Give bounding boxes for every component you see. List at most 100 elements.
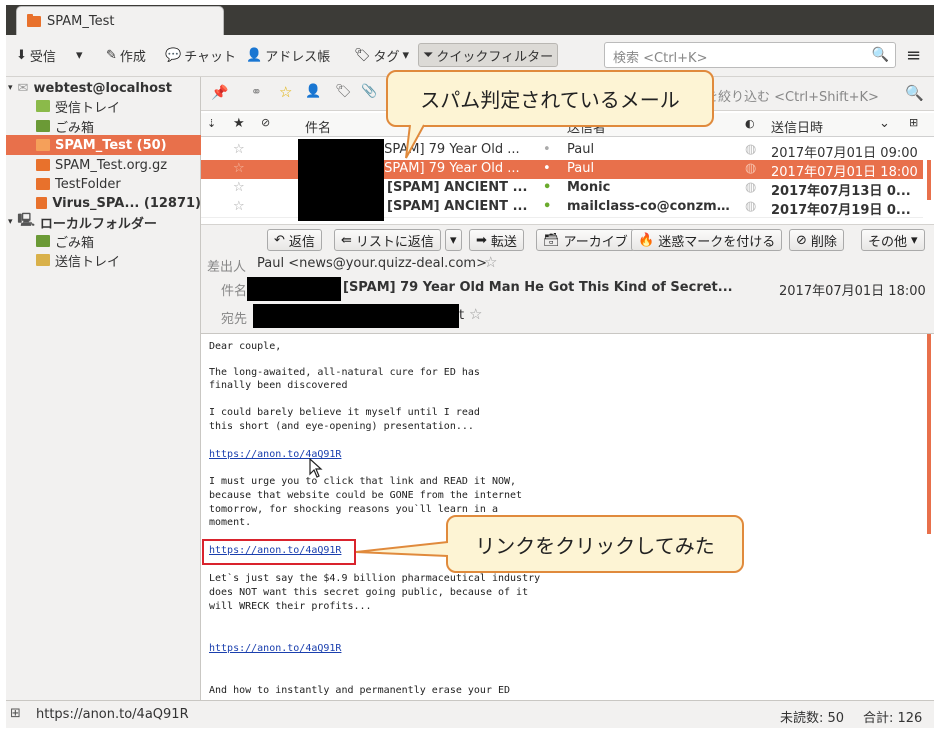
redaction-block [298, 139, 384, 221]
sidebar-item-spam-test[interactable]: SPAM_Test (50) [6, 135, 201, 155]
callout-pointer-icon [356, 541, 448, 557]
junk-icon[interactable]: ◍ [745, 180, 756, 195]
quick-filter-button[interactable]: ⏷ クイックフィルター [418, 43, 559, 67]
twisty-icon: ▾ [8, 83, 13, 93]
thread-icon[interactable]: ⇣ [207, 117, 216, 130]
paperclip-icon[interactable]: 📎 [361, 84, 377, 99]
address-book-button[interactable]: 👤 アドレス帳 [242, 43, 334, 67]
status-dot-icon: • [543, 199, 552, 214]
star-icon[interactable]: ☆ [469, 305, 482, 323]
reply-list-icon: ⇚ [341, 232, 352, 248]
attachment-column-icon[interactable]: ⊘ [261, 116, 270, 129]
delete-icon: ⊘ [796, 232, 807, 248]
link-callout: リンクをクリックしてみた [446, 515, 744, 573]
tab-title: SPAM_Test [47, 14, 115, 29]
hamburger-icon: ≡ [906, 44, 922, 66]
folder-icon [36, 197, 48, 209]
star-icon[interactable]: ☆ [233, 199, 245, 214]
write-button[interactable]: ✎ 作成 [102, 43, 150, 67]
filter-input[interactable]: を絞り込む <Ctrl+Shift+K> [705, 86, 879, 105]
spam-callout: スパム判定されているメール [386, 70, 714, 127]
chat-icon: 💬 [165, 47, 182, 63]
reply-dropdown[interactable]: ▾ [445, 229, 462, 251]
folder-icon [36, 178, 50, 190]
sidebar-item-spam-test-org[interactable]: SPAM_Test.org.gz [6, 155, 201, 175]
junk-icon[interactable]: ◍ [745, 199, 756, 214]
twisty-icon: ▾ [8, 217, 13, 227]
reply-list-button[interactable]: ⇚ リストに返信 [334, 229, 441, 251]
chevron-down-icon: ▾ [450, 232, 457, 248]
star-icon[interactable]: ☆ [279, 83, 292, 101]
tab-spam-test[interactable]: SPAM_Test [16, 6, 224, 36]
get-mail-button[interactable]: ⬇ 受信 [12, 43, 60, 67]
menu-button[interactable]: ≡ [902, 43, 925, 67]
delete-button[interactable]: ⊘ 削除 [789, 229, 844, 251]
star-icon[interactable]: ☆ [233, 142, 245, 157]
subject-value: [SPAM] 79 Year Old Man He Got This Kind … [343, 280, 733, 295]
unread-count: 未読数: 50 [780, 711, 845, 726]
pin-icon[interactable]: 📌 [211, 85, 228, 101]
link-icon[interactable]: ⚭ [251, 85, 262, 100]
tag-icon: 🏷 [354, 47, 371, 63]
reply-icon: ↶ [274, 232, 285, 248]
status-dot-icon: • [543, 142, 551, 157]
body-scrollbar[interactable] [927, 334, 931, 534]
message-toolbar: ↶ 返信 ⇚ リストに返信 ▾ ➡ 転送 🗃 アーカイブ 🔥 迷惑マークを付ける ⊘ 削除 … [201, 224, 934, 254]
chevron-down-icon: ▾ [402, 47, 410, 63]
column-picker-icon[interactable]: ⊞ [909, 116, 918, 129]
sidebar-item-virus-spam[interactable]: Virus_SPA... (12871) [6, 193, 201, 213]
search-icon[interactable]: 🔍 [905, 84, 924, 102]
list-scrollbar[interactable] [927, 160, 931, 200]
to-value[interactable]: t [459, 308, 464, 323]
total-count: 合計: 126 [863, 711, 923, 726]
account-webtest[interactable]: ▾ ✉ webtest@localhost [8, 78, 203, 98]
redaction-block [253, 304, 459, 328]
sidebar-item-trash[interactable]: ごみ箱 [6, 116, 201, 136]
tag-icon[interactable]: 🏷 [335, 84, 352, 99]
to-label: 宛先 [221, 312, 248, 327]
computer-icon: 🖳 [17, 213, 35, 228]
person-icon[interactable]: 👤 [305, 84, 321, 99]
mouse-cursor-icon [309, 458, 323, 478]
star-icon[interactable]: ☆ [484, 253, 497, 271]
sidebar-item-testfolder[interactable]: TestFolder [6, 174, 201, 194]
junk-icon[interactable]: ◍ [745, 161, 756, 176]
search-icon[interactable]: 🔍 [872, 47, 889, 63]
callout-pointer-icon [405, 124, 425, 159]
chevron-down-icon: ▾ [76, 47, 83, 63]
junk-column-icon[interactable]: ◐ [745, 117, 755, 130]
filter-icon: ⏷ [423, 47, 434, 63]
local-folders[interactable]: ▾ 🖳 ローカルフォルダー [8, 212, 203, 232]
subject-column[interactable]: 件名 [305, 117, 331, 136]
archive-button[interactable]: 🗃 アーカイブ [536, 229, 635, 251]
chevron-down-icon[interactable]: ⌄ [879, 116, 890, 131]
star-column-icon[interactable]: ★ [233, 116, 245, 131]
sidebar-item-inbox[interactable]: 受信トレイ [6, 96, 201, 116]
junk-icon[interactable]: ◍ [745, 142, 756, 157]
date-column[interactable]: 送信日時 [771, 117, 823, 136]
reply-button[interactable]: ↶ 返信 [267, 229, 322, 251]
from-value[interactable]: Paul <news@your.quizz-deal.com> [257, 256, 487, 271]
forward-button[interactable]: ➡ 転送 [469, 229, 524, 251]
envelope-icon: ✉ [17, 80, 29, 96]
get-mail-dropdown[interactable]: ▾ [72, 43, 87, 67]
star-icon[interactable]: ☆ [233, 161, 245, 176]
sidebar-item-outbox[interactable]: 送信トレイ [6, 250, 201, 270]
folder-icon [36, 159, 50, 171]
pencil-icon: ✎ [106, 47, 117, 63]
junk-icon: 🔥 [638, 232, 655, 248]
junk-button[interactable]: 🔥 迷惑マークを付ける [631, 229, 783, 251]
date-value: 2017年07月01日 18:00 [779, 284, 926, 299]
folder-icon [27, 14, 41, 27]
star-icon[interactable]: ☆ [233, 180, 245, 195]
archive-icon: 🗃 [543, 232, 560, 248]
tag-button[interactable]: 🏷 タグ ▾ [350, 43, 413, 67]
status-dot-icon: • [543, 180, 552, 195]
chat-button[interactable]: 💬 チャット [161, 43, 240, 67]
activity-icon[interactable]: ⊞ [10, 706, 21, 721]
body-link[interactable]: https://anon.to/4aQ91R [209, 642, 341, 655]
search-input[interactable]: 検索 <Ctrl+K> 🔍 [604, 42, 896, 68]
inbox-icon [36, 100, 50, 112]
other-button[interactable]: その他 ▾ [861, 229, 925, 251]
sidebar-item-local-trash[interactable]: ごみ箱 [6, 231, 201, 251]
